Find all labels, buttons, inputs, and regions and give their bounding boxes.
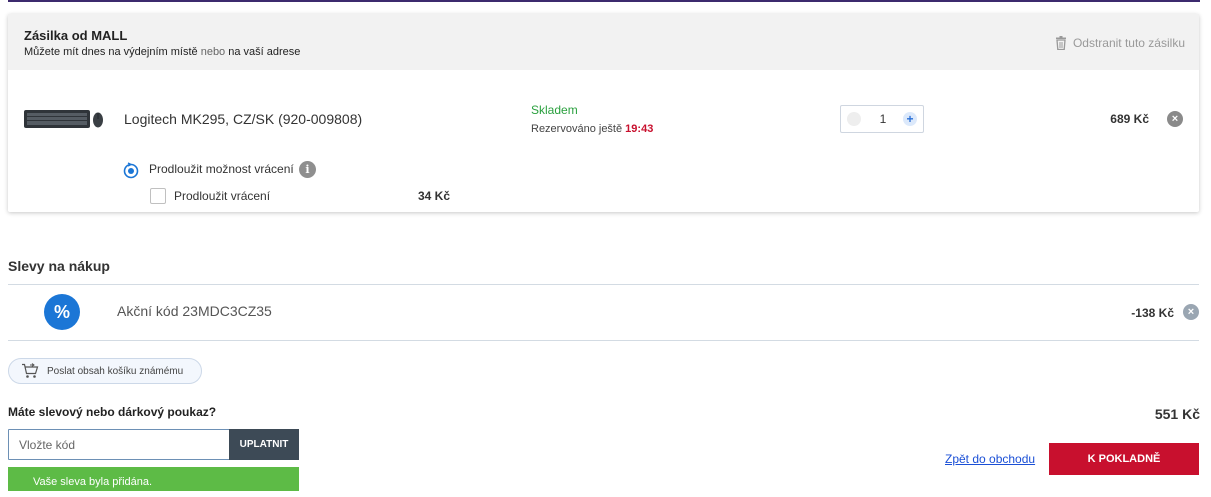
- stock-status: Skladem: [531, 103, 578, 117]
- voucher-code-input[interactable]: [8, 429, 230, 460]
- return-extension-checkbox-label[interactable]: Prodloužit vrácení: [174, 189, 270, 203]
- quantity-stepper: 1 +: [840, 105, 924, 133]
- return-extension-checkbox[interactable]: [150, 188, 166, 204]
- discount-row: % Akční kód 23MDC3CZ35 -138 Kč ×: [8, 284, 1199, 341]
- checkout-button[interactable]: K POKLADNĚ: [1049, 443, 1199, 475]
- keyboard-mouse-image[interactable]: [24, 108, 104, 130]
- discounts-title: Slevy na nákup: [8, 258, 110, 274]
- share-cart-button[interactable]: Poslat obsah košíku známému: [8, 358, 202, 384]
- remove-discount-button[interactable]: ×: [1183, 304, 1199, 320]
- percent-icon: %: [44, 294, 80, 330]
- order-total: 551 Kč: [1154, 406, 1200, 422]
- shipment-subtitle: Můžete mít dnes na výdejním místě nebo n…: [24, 46, 300, 58]
- product-name[interactable]: Logitech MK295, CZ/SK (920-009808): [124, 111, 362, 127]
- trash-icon: [1055, 36, 1066, 50]
- return-extension-icon: [123, 162, 139, 179]
- remove-shipment-button[interactable]: Odstranit tuto zásilku: [1055, 36, 1185, 50]
- shipment-subtitle-or: nebo: [200, 46, 226, 58]
- shipment-title: Zásilka od MALL: [24, 28, 128, 43]
- shipment-subtitle-part-b: na vaší adrese: [228, 46, 301, 58]
- remove-shipment-label: Odstranit tuto zásilku: [1072, 36, 1185, 50]
- reserved-label: Rezervováno ještě: [531, 123, 623, 135]
- discount-amount: -138 Kč: [1131, 306, 1174, 320]
- shipment-card: Zásilka od MALL Můžete mít dnes na výdej…: [8, 14, 1199, 212]
- apply-voucher-button[interactable]: UPLATNIT: [229, 429, 299, 460]
- share-cart-label: Poslat obsah košíku známému: [47, 365, 184, 377]
- product-price: 689 Kč: [1110, 112, 1149, 126]
- reserved-time: 19:43: [625, 123, 654, 135]
- return-extension-label: Prodloužit možnost vrácení: [149, 162, 294, 176]
- quantity-value[interactable]: 1: [875, 112, 891, 126]
- discount-code-label: Akční kód 23MDC3CZ35: [117, 303, 272, 319]
- reservation-info: Rezervováno ještě 19:43: [531, 123, 653, 135]
- remove-item-button[interactable]: ×: [1167, 111, 1183, 127]
- info-icon[interactable]: i: [299, 161, 316, 178]
- voucher-success-message: Vaše sleva byla přidána.: [8, 467, 299, 491]
- back-to-shop-link[interactable]: Zpět do obchodu: [945, 452, 1035, 466]
- cart-icon: [22, 363, 39, 378]
- top-divider: [8, 0, 1200, 2]
- shipment-header: Zásilka od MALL Můžete mít dnes na výdej…: [8, 14, 1199, 70]
- voucher-question: Máte slevový nebo dárkový poukaz?: [8, 405, 217, 419]
- quantity-decrease-button[interactable]: [847, 112, 861, 126]
- return-extension-price: 34 Kč: [418, 189, 451, 203]
- quantity-increase-button[interactable]: +: [903, 112, 917, 126]
- shipment-subtitle-part-a: Můžete mít dnes na výdejním místě: [24, 46, 198, 58]
